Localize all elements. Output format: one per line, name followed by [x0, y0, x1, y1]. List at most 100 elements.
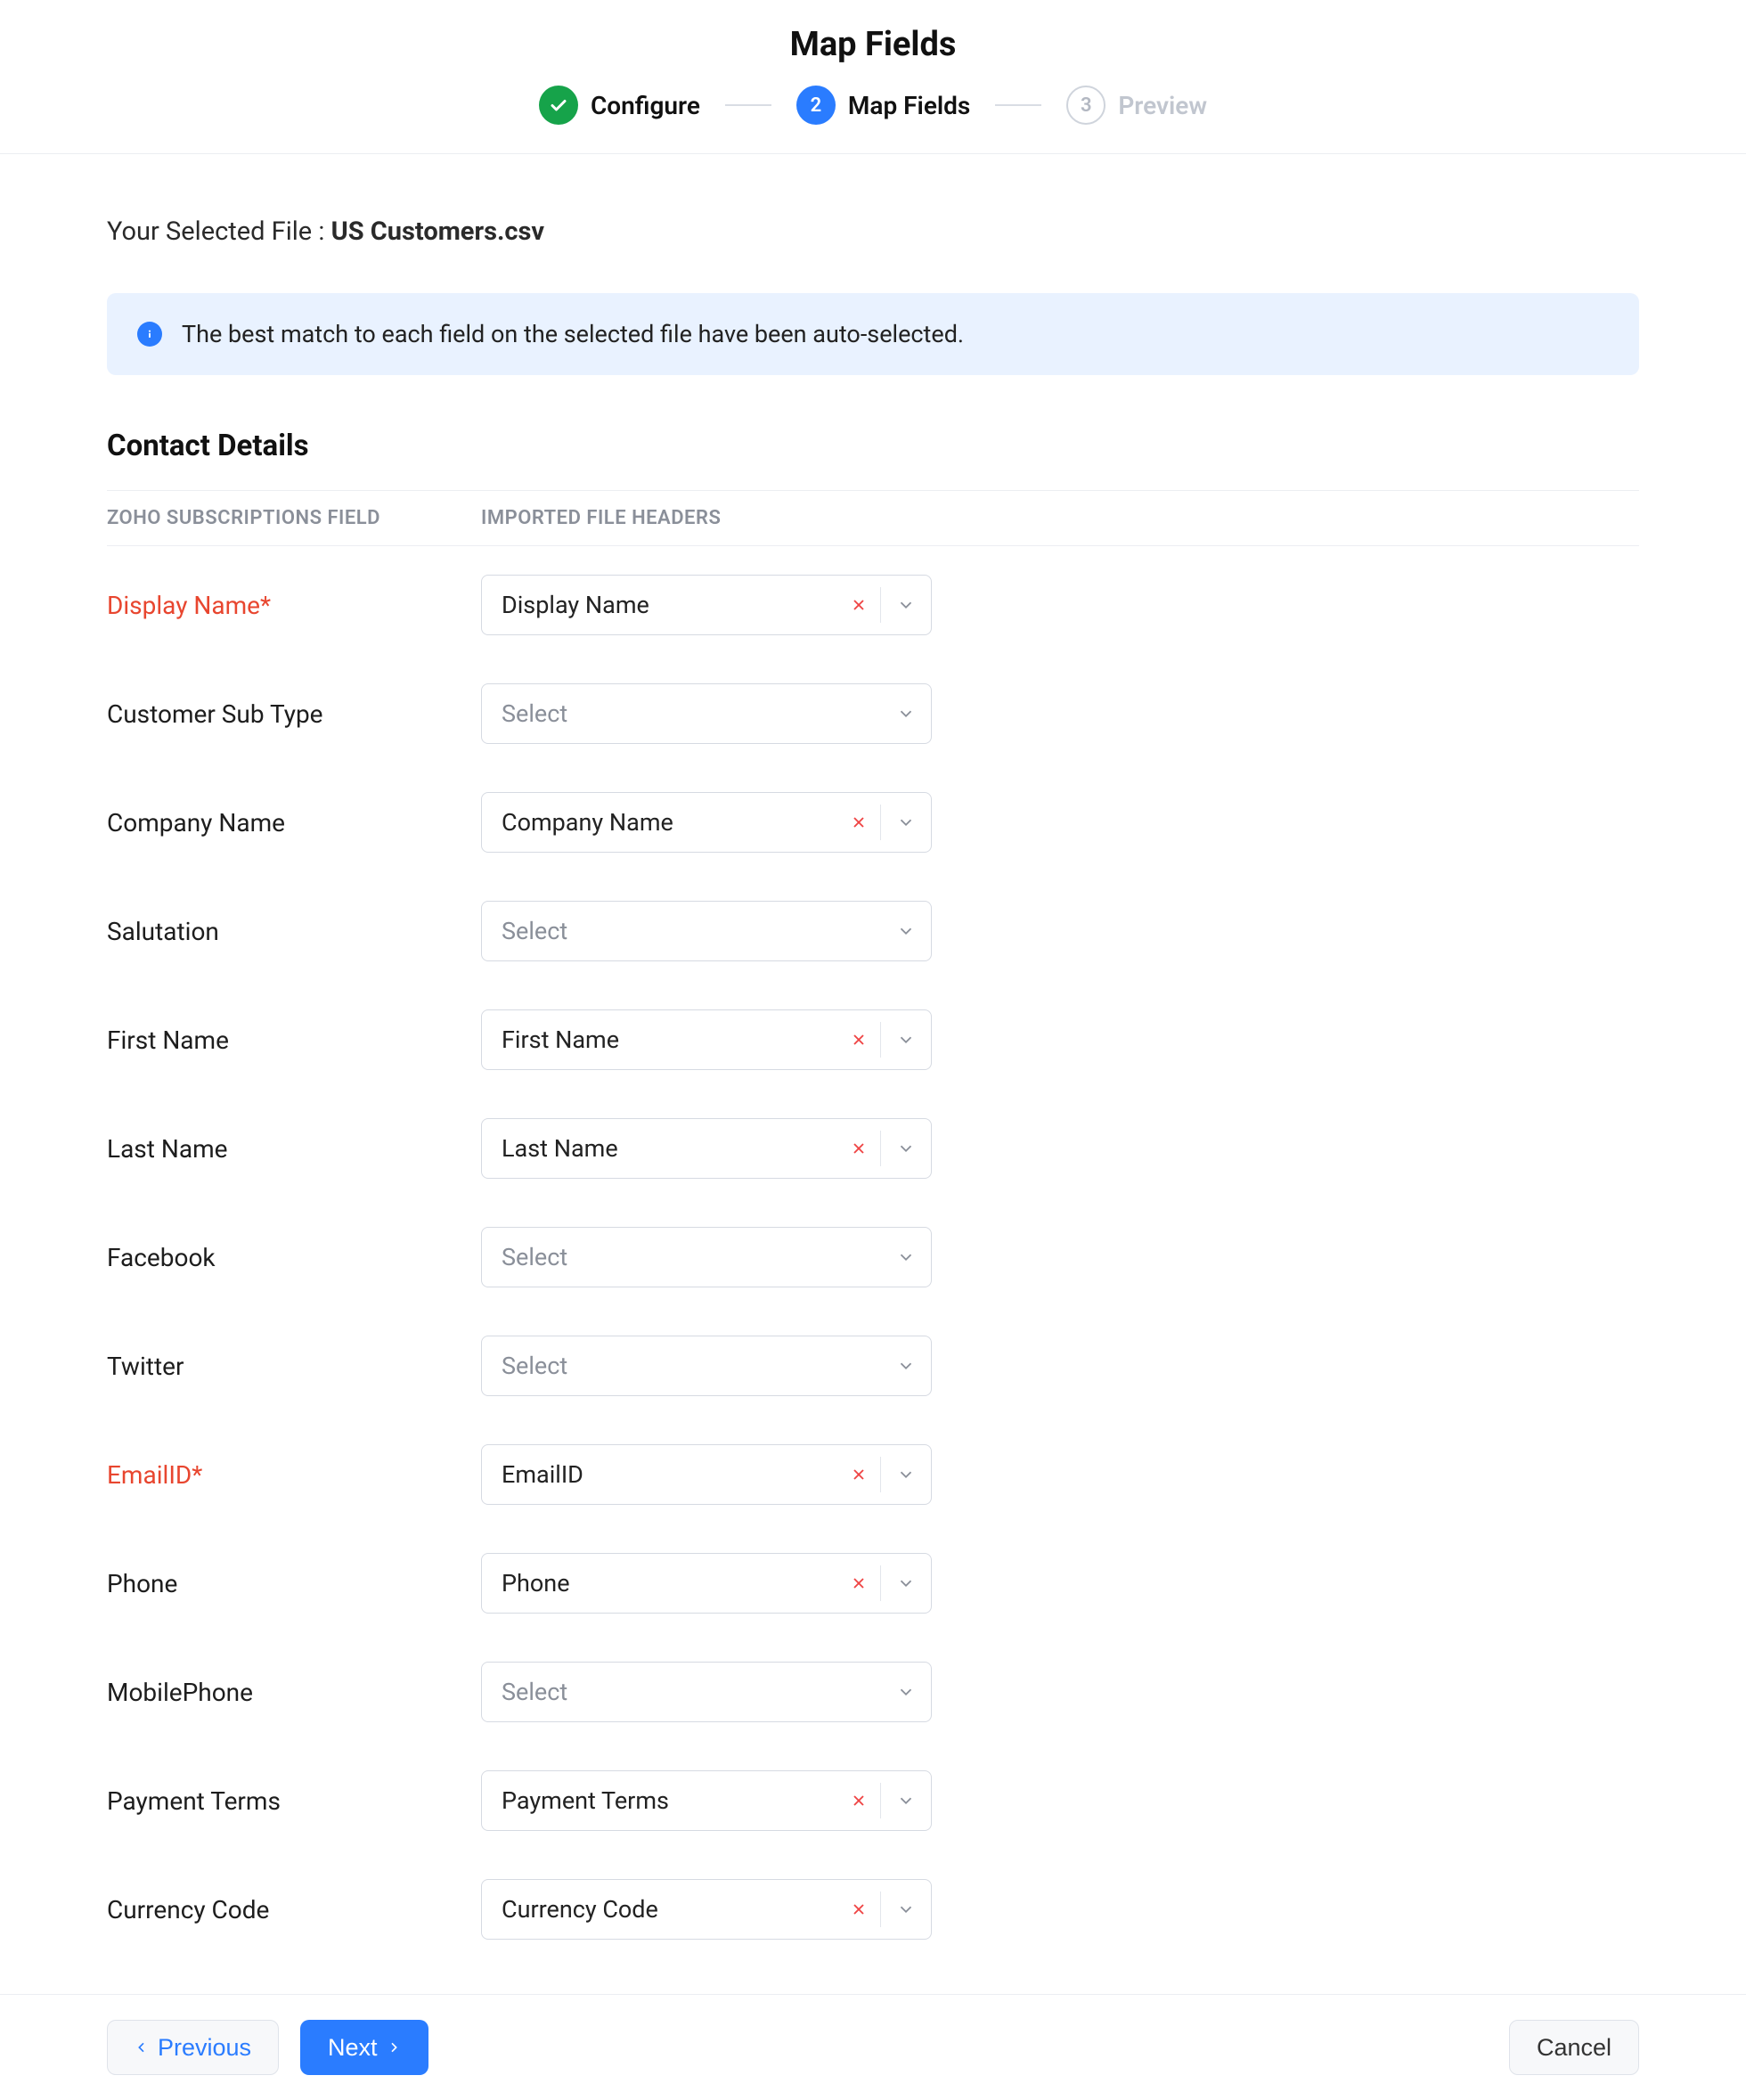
chevron-down-icon[interactable] [881, 1682, 931, 1702]
step-label: Preview [1118, 91, 1207, 120]
chevron-down-icon[interactable] [881, 704, 931, 723]
field-row: Payment TermsPayment Terms [107, 1770, 1639, 1831]
chevron-down-icon[interactable] [881, 1900, 931, 1919]
select-value: Select [502, 917, 881, 945]
chevron-down-icon[interactable] [881, 813, 931, 832]
stepper: Configure 2 Map Fields 3 Preview [0, 86, 1746, 153]
select-value: Select [502, 1352, 881, 1380]
check-icon [539, 86, 578, 125]
clear-icon[interactable] [837, 596, 880, 614]
field-mapping-select[interactable]: Select [481, 901, 932, 961]
select-value: Select [502, 699, 881, 728]
info-text: The best match to each field on the sele… [182, 320, 964, 348]
field-row: MobilePhone Select [107, 1662, 1639, 1722]
clear-icon[interactable] [837, 1140, 880, 1157]
selected-file-name: US Customers.csv [331, 217, 545, 247]
field-mapping-select[interactable]: Currency Code [481, 1879, 932, 1940]
select-value: Select [502, 1678, 881, 1706]
field-label: Payment Terms [107, 1786, 481, 1816]
next-label: Next [328, 2034, 378, 2062]
cancel-button[interactable]: Cancel [1509, 2020, 1639, 2075]
step-configure: Configure [539, 86, 700, 125]
section-title: Contact Details [107, 429, 1639, 463]
select-value: Display Name [502, 591, 837, 619]
chevron-down-icon[interactable] [881, 1791, 931, 1810]
field-label: First Name [107, 1025, 481, 1055]
field-row: EmailID* EmailID [107, 1444, 1639, 1505]
clear-icon[interactable] [837, 813, 880, 831]
field-mapping-select[interactable]: Display Name [481, 575, 932, 635]
select-value: Phone [502, 1569, 837, 1597]
chevron-down-icon[interactable] [881, 1139, 931, 1158]
field-mapping-select[interactable]: Select [481, 683, 932, 744]
chevron-down-icon[interactable] [881, 1573, 931, 1593]
field-row: Display Name* Display Name [107, 575, 1639, 635]
field-mapping-select[interactable]: Select [481, 1227, 932, 1287]
field-mapping-select[interactable]: Last Name [481, 1118, 932, 1179]
chevron-right-icon [387, 2040, 401, 2055]
select-value: First Name [502, 1025, 837, 1054]
field-mapping-select[interactable]: Payment Terms [481, 1770, 932, 1831]
field-row: Currency CodeCurrency Code [107, 1879, 1639, 1940]
chevron-down-icon[interactable] [881, 1247, 931, 1267]
chevron-left-icon [135, 2040, 149, 2055]
field-row: Phone Phone [107, 1553, 1639, 1614]
field-row: Twitter Select [107, 1336, 1639, 1396]
field-label: Display Name* [107, 591, 481, 620]
cancel-label: Cancel [1537, 2034, 1611, 2062]
select-value: EmailID [502, 1460, 837, 1489]
chevron-down-icon[interactable] [881, 1030, 931, 1050]
table-header: ZOHO SUBSCRIPTIONS FIELD IMPORTED FILE H… [107, 490, 1639, 546]
field-label: Currency Code [107, 1895, 481, 1924]
clear-icon[interactable] [837, 1792, 880, 1810]
field-label: Salutation [107, 917, 481, 946]
select-value: Last Name [502, 1134, 837, 1163]
step-map-fields: 2 Map Fields [796, 86, 970, 125]
column-header-field: ZOHO SUBSCRIPTIONS FIELD [107, 507, 481, 529]
field-row: Customer Sub Type Select [107, 683, 1639, 744]
field-mapping-select[interactable]: Company Name [481, 792, 932, 853]
step-label: Map Fields [848, 91, 970, 120]
next-button[interactable]: Next [300, 2020, 428, 2075]
field-label: Customer Sub Type [107, 699, 481, 729]
field-mapping-select[interactable]: First Name [481, 1009, 932, 1070]
clear-icon[interactable] [837, 1031, 880, 1049]
field-label: Last Name [107, 1134, 481, 1164]
column-header-imported: IMPORTED FILE HEADERS [481, 507, 1639, 529]
step-connector [725, 104, 771, 106]
step-label: Configure [591, 91, 700, 120]
chevron-down-icon[interactable] [881, 1465, 931, 1484]
previous-button[interactable]: Previous [107, 2020, 279, 2075]
step-connector [995, 104, 1041, 106]
step-preview: 3 Preview [1066, 86, 1207, 125]
field-label: EmailID* [107, 1460, 481, 1490]
field-label: MobilePhone [107, 1678, 481, 1707]
field-row: Facebook Select [107, 1227, 1639, 1287]
chevron-down-icon[interactable] [881, 1356, 931, 1376]
clear-icon[interactable] [837, 1900, 880, 1918]
info-banner: The best match to each field on the sele… [107, 293, 1639, 375]
select-value: Select [502, 1243, 881, 1271]
field-row: Company Name Company Name [107, 792, 1639, 853]
field-label: Twitter [107, 1352, 481, 1381]
select-value: Company Name [502, 808, 837, 837]
field-row: Salutation Select [107, 901, 1639, 961]
step-number-icon: 2 [796, 86, 836, 125]
footer-bar: Previous Next Cancel [0, 1994, 1746, 2100]
page-title: Map Fields [0, 25, 1746, 64]
info-icon [137, 322, 162, 347]
field-row: Last Name Last Name [107, 1118, 1639, 1179]
field-label: Company Name [107, 808, 481, 838]
previous-label: Previous [158, 2034, 251, 2062]
field-mapping-select[interactable]: Phone [481, 1553, 932, 1614]
field-mapping-select[interactable]: EmailID [481, 1444, 932, 1505]
field-mapping-select[interactable]: Select [481, 1662, 932, 1722]
chevron-down-icon[interactable] [881, 595, 931, 615]
clear-icon[interactable] [837, 1466, 880, 1483]
field-mapping-select[interactable]: Select [481, 1336, 932, 1396]
field-row: First Name First Name [107, 1009, 1639, 1070]
chevron-down-icon[interactable] [881, 921, 931, 941]
field-label: Facebook [107, 1243, 481, 1272]
clear-icon[interactable] [837, 1574, 880, 1592]
field-label: Phone [107, 1569, 481, 1598]
